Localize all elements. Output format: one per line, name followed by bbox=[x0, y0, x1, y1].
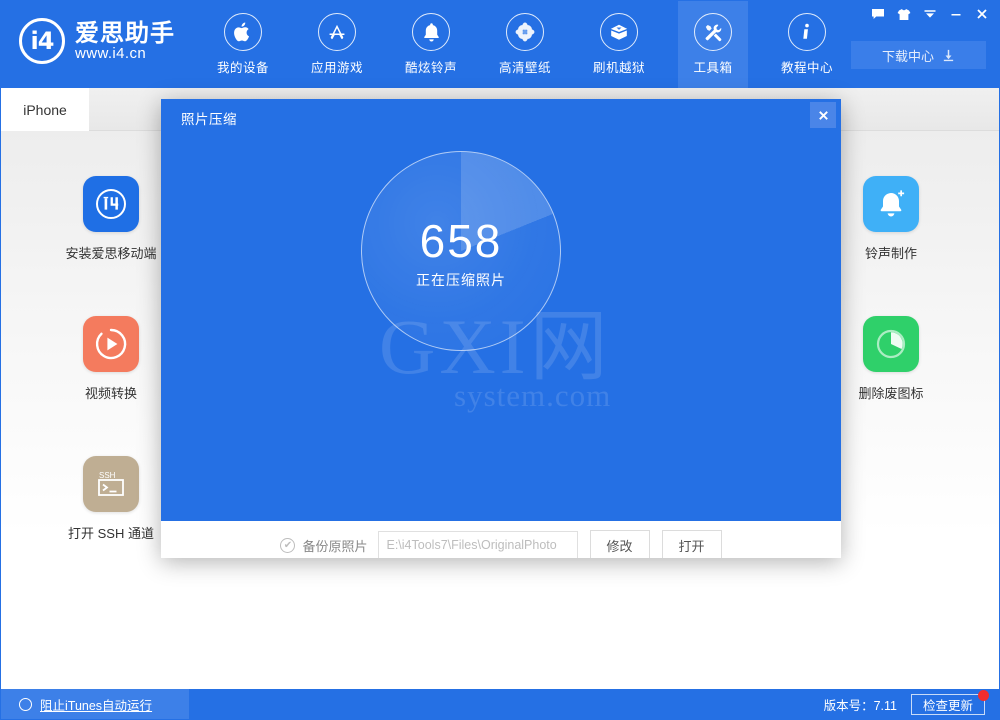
i4-app-icon bbox=[83, 176, 139, 232]
check-update-label: 检查更新 bbox=[923, 695, 973, 714]
tool-install-i4-mobile[interactable]: 安装爱思移动端 bbox=[51, 176, 171, 262]
video-play-icon bbox=[83, 316, 139, 372]
status-bar-right: 版本号：7.11 检查更新 bbox=[824, 689, 985, 719]
close-icon[interactable] bbox=[969, 2, 995, 26]
bell-icon bbox=[412, 13, 450, 51]
tool-label: 删除废图标 bbox=[858, 383, 923, 402]
brand-text: 爱思助手 www.i4.cn bbox=[75, 21, 175, 62]
download-icon bbox=[942, 49, 955, 62]
version-label: 版本号：7.11 bbox=[824, 695, 897, 714]
update-badge-dot bbox=[978, 690, 989, 701]
brand-logo-group: i4 爱思助手 www.i4.cn bbox=[19, 18, 175, 64]
tool-ringtone-maker[interactable]: 铃声制作 bbox=[831, 176, 951, 262]
nav-label: 酷炫铃声 bbox=[405, 57, 457, 76]
backup-original-checkbox[interactable]: ✔ 备份原照片 bbox=[280, 536, 367, 555]
backup-row: ✔ 备份原照片 E:\i4Tools7\Files\OriginalPhoto … bbox=[161, 521, 841, 558]
tool-remove-broken-icons[interactable]: 删除废图标 bbox=[831, 316, 951, 402]
dialog-progress-area: GXI网 system.com 658 正在压缩照片 bbox=[161, 133, 841, 521]
nav-item-toolbox[interactable]: 工具箱 bbox=[678, 1, 748, 88]
apple-icon bbox=[224, 13, 262, 51]
status-bar: 阻止iTunes自动运行 版本号：7.11 检查更新 bbox=[1, 689, 1000, 719]
photo-compress-dialog: 照片压缩 GXI网 system.com 658 正在压缩照片 ✔ 备份原照片 bbox=[161, 99, 841, 558]
brand-name-cn: 爱思助手 bbox=[75, 21, 175, 46]
nav-item-tutorials[interactable]: 教程中心 bbox=[772, 1, 842, 88]
progress-status: 正在压缩照片 bbox=[362, 270, 560, 290]
nav-label: 工具箱 bbox=[693, 57, 732, 76]
info-icon bbox=[788, 13, 826, 51]
tab-iphone[interactable]: iPhone bbox=[1, 88, 89, 131]
checkmark-icon: ✔ bbox=[280, 538, 295, 553]
block-itunes-toggle[interactable]: 阻止iTunes自动运行 bbox=[1, 689, 189, 719]
box-icon bbox=[600, 13, 638, 51]
nav-item-my-device[interactable]: 我的设备 bbox=[208, 1, 278, 88]
ringtone-bell-icon bbox=[863, 176, 919, 232]
app-header: i4 爱思助手 www.i4.cn 我的设备 应用游戏 bbox=[1, 1, 1000, 88]
skin-icon[interactable] bbox=[891, 2, 917, 26]
nav-item-ringtones[interactable]: 酷炫铃声 bbox=[396, 1, 466, 88]
dialog-titlebar: 照片压缩 bbox=[161, 99, 841, 133]
dialog-controls: ✔ 备份原照片 E:\i4Tools7\Files\OriginalPhoto … bbox=[161, 521, 841, 558]
tool-open-ssh[interactable]: SSH 打开 SSH 通道 bbox=[51, 456, 171, 542]
progress-count: 658 bbox=[362, 214, 560, 268]
message-icon[interactable] bbox=[865, 2, 891, 26]
window-buttons bbox=[865, 1, 995, 27]
tab-iphone-label: iPhone bbox=[23, 102, 67, 118]
minimize-icon[interactable] bbox=[943, 2, 969, 26]
radio-circle-icon bbox=[19, 698, 32, 711]
i4-logo-icon: i4 bbox=[19, 18, 65, 64]
ssh-terminal-icon: SSH bbox=[83, 456, 139, 512]
brand-url: www.i4.cn bbox=[75, 46, 175, 62]
block-itunes-label: 阻止iTunes自动运行 bbox=[40, 695, 152, 714]
flower-icon bbox=[506, 13, 544, 51]
dialog-title: 照片压缩 bbox=[181, 108, 237, 128]
nav-item-apps-games[interactable]: 应用游戏 bbox=[302, 1, 372, 88]
download-center-label: 下载中心 bbox=[882, 46, 934, 65]
tool-label: 视频转换 bbox=[85, 383, 137, 402]
svg-text:SSH: SSH bbox=[99, 471, 116, 480]
backup-path-input[interactable]: E:\i4Tools7\Files\OriginalPhoto bbox=[378, 531, 578, 558]
dialog-close-icon[interactable] bbox=[810, 102, 836, 128]
tools-icon bbox=[694, 13, 732, 51]
chevron-down-icon[interactable] bbox=[917, 2, 943, 26]
nav-label: 我的设备 bbox=[217, 57, 269, 76]
modify-path-button[interactable]: 修改 bbox=[590, 530, 650, 558]
nav-label: 应用游戏 bbox=[311, 57, 363, 76]
appstore-icon bbox=[318, 13, 356, 51]
nav-item-wallpapers[interactable]: 高清壁纸 bbox=[490, 1, 560, 88]
tool-label: 安装爱思移动端 bbox=[65, 243, 156, 262]
tool-video-convert[interactable]: 视频转换 bbox=[51, 316, 171, 402]
main-nav: 我的设备 应用游戏 酷炫铃声 bbox=[196, 1, 854, 88]
watermark-line2: system.com bbox=[454, 378, 612, 414]
nav-item-flash-jailbreak[interactable]: 刷机越狱 bbox=[584, 1, 654, 88]
nav-label: 高清壁纸 bbox=[499, 57, 551, 76]
tool-label: 铃声制作 bbox=[865, 243, 917, 262]
tool-label: 打开 SSH 通道 bbox=[68, 523, 154, 542]
app-window: i4 爱思助手 www.i4.cn 我的设备 应用游戏 bbox=[0, 0, 1000, 720]
nav-label: 刷机越狱 bbox=[593, 57, 645, 76]
download-center-button[interactable]: 下载中心 bbox=[851, 41, 986, 69]
backup-original-label: 备份原照片 bbox=[302, 536, 367, 555]
progress-ring: 658 正在压缩照片 bbox=[361, 151, 561, 351]
pie-clock-icon bbox=[863, 316, 919, 372]
check-update-button[interactable]: 检查更新 bbox=[911, 694, 985, 715]
open-path-button[interactable]: 打开 bbox=[662, 530, 722, 558]
nav-label: 教程中心 bbox=[781, 57, 833, 76]
